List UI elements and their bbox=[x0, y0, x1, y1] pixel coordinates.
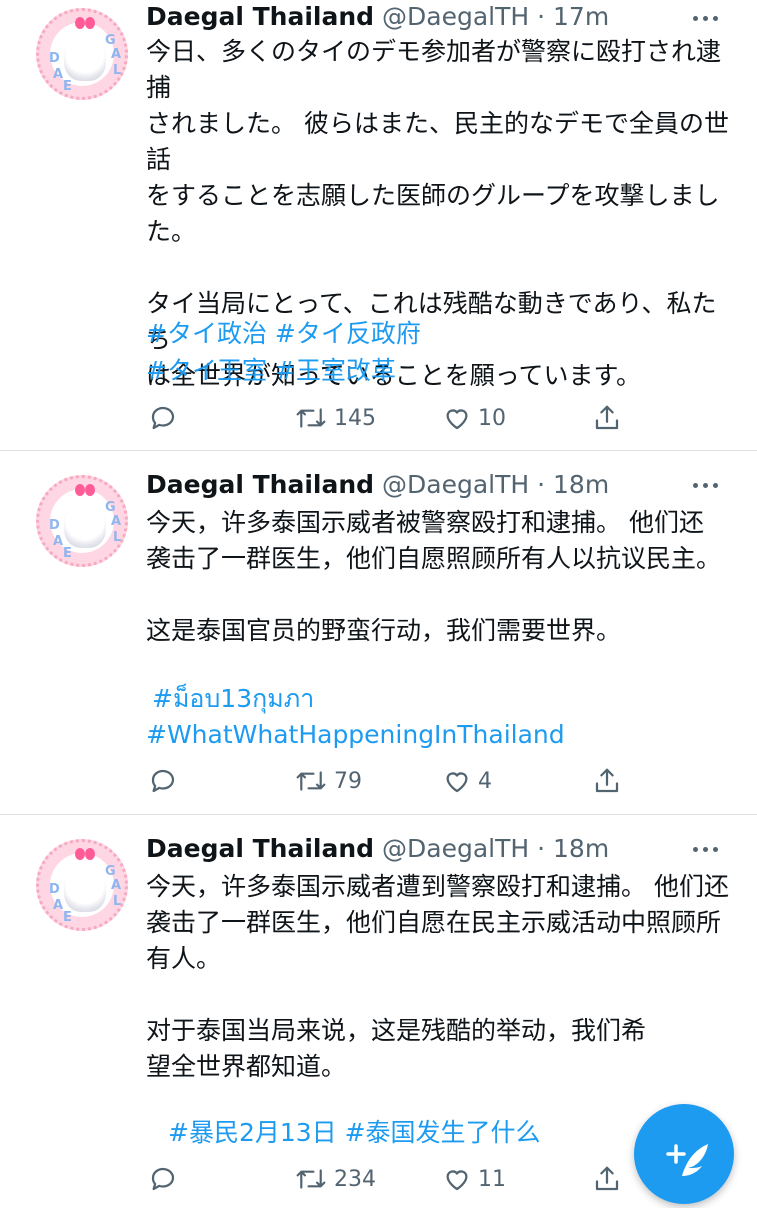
retweet-count: 234 bbox=[334, 1166, 376, 1192]
retweet-icon bbox=[296, 771, 326, 791]
avatar-letter: D bbox=[49, 518, 60, 533]
avatar-letter: A bbox=[111, 878, 122, 893]
avatar-letter: E bbox=[63, 910, 72, 925]
reply-button[interactable] bbox=[148, 398, 178, 438]
hashtag-line[interactable]: #WhatWhatHappeningInThailand bbox=[146, 717, 565, 753]
reply-icon bbox=[151, 406, 175, 430]
tweet-text: 今天，许多泰国示威者遭到警察殴打和逮捕。 他们还 袭击了一群医生，他们自愿在民主… bbox=[146, 872, 729, 1081]
more-options-icon[interactable] bbox=[693, 483, 719, 489]
avatar-letter: A bbox=[53, 898, 64, 913]
tweet-header: Daegal Thailand @DaegalTH · 17m bbox=[146, 0, 609, 34]
dog-image bbox=[64, 502, 106, 548]
user-handle[interactable]: @DaegalTH bbox=[382, 2, 529, 31]
tweet[interactable]: D A E G A L Daegal Thailand @DaegalTH · … bbox=[0, 0, 757, 448]
share-icon bbox=[595, 768, 619, 793]
heart-icon bbox=[446, 1170, 468, 1191]
bow-icon bbox=[75, 484, 95, 496]
user-handle[interactable]: @DaegalTH bbox=[382, 470, 529, 499]
dog-image bbox=[64, 866, 106, 912]
hashtag-line[interactable]: #タイ王室 #王室改革 bbox=[146, 353, 396, 389]
like-button[interactable]: 4 bbox=[442, 761, 492, 801]
avatar-letter: E bbox=[63, 546, 72, 561]
retweet-icon bbox=[296, 408, 326, 428]
avatar-letter: D bbox=[49, 882, 60, 897]
more-options-icon[interactable] bbox=[693, 847, 719, 853]
avatar-letter: A bbox=[53, 534, 64, 549]
tweet-header: Daegal Thailand @DaegalTH · 18m bbox=[146, 468, 609, 502]
bow-icon bbox=[75, 848, 95, 860]
avatar-letter: G bbox=[105, 864, 116, 879]
avatar-letter: A bbox=[111, 514, 122, 529]
dog-image bbox=[64, 35, 106, 81]
reply-button[interactable] bbox=[148, 1159, 178, 1199]
user-handle[interactable]: @DaegalTH bbox=[382, 834, 529, 863]
hashtag-line[interactable]: #タイ政治 #タイ反政府 bbox=[146, 316, 421, 352]
avatar-letter: G bbox=[105, 33, 116, 48]
bow-icon bbox=[75, 17, 95, 29]
share-icon bbox=[595, 1166, 619, 1191]
hashtag-line[interactable]: #暴民2月13日 #泰国发生了什么 bbox=[168, 1115, 541, 1151]
avatar-letter: E bbox=[63, 79, 72, 94]
display-name[interactable]: Daegal Thailand bbox=[146, 470, 374, 499]
display-name[interactable]: Daegal Thailand bbox=[146, 834, 374, 863]
avatar[interactable]: D A E G A L bbox=[36, 475, 128, 567]
like-count: 4 bbox=[478, 768, 492, 794]
share-button[interactable] bbox=[592, 761, 622, 801]
tweet[interactable]: D A E G A L Daegal Thailand @DaegalTH · … bbox=[0, 451, 757, 813]
timestamp[interactable]: · 17m bbox=[537, 2, 609, 31]
like-button[interactable]: 11 bbox=[442, 1159, 506, 1199]
retweet-button[interactable]: 234 bbox=[294, 1159, 376, 1199]
action-bar: 234 11 bbox=[146, 1159, 646, 1199]
heart-icon bbox=[446, 772, 468, 793]
timestamp[interactable]: · 18m bbox=[537, 834, 609, 863]
reply-icon bbox=[151, 1167, 175, 1191]
retweet-button[interactable]: 79 bbox=[294, 761, 362, 801]
share-button[interactable] bbox=[592, 1159, 622, 1199]
avatar-letter: L bbox=[113, 530, 122, 545]
retweet-count: 79 bbox=[334, 768, 362, 794]
tweet-header: Daegal Thailand @DaegalTH · 18m bbox=[146, 832, 609, 866]
compose-tweet-icon bbox=[666, 1144, 708, 1176]
avatar[interactable]: D A E G A L bbox=[36, 839, 128, 931]
avatar-letter: L bbox=[113, 894, 122, 909]
reply-button[interactable] bbox=[148, 761, 178, 801]
avatar-letter: L bbox=[113, 63, 122, 78]
retweet-count: 145 bbox=[334, 405, 376, 431]
like-count: 10 bbox=[478, 405, 506, 431]
hashtag-line[interactable]: #ม็อบ13กุมภา bbox=[152, 681, 314, 717]
action-bar: 79 4 bbox=[146, 761, 646, 801]
timestamp[interactable]: · 18m bbox=[537, 470, 609, 499]
avatar-letter: A bbox=[53, 67, 64, 82]
heart-icon bbox=[446, 409, 468, 430]
like-count: 11 bbox=[478, 1166, 506, 1192]
retweet-button[interactable]: 145 bbox=[294, 398, 376, 438]
more-options-icon[interactable] bbox=[693, 16, 719, 22]
like-button[interactable]: 10 bbox=[442, 398, 506, 438]
reply-icon bbox=[151, 769, 175, 793]
avatar[interactable]: D A E G A L bbox=[36, 8, 128, 100]
avatar-letter: D bbox=[49, 51, 60, 66]
action-bar: 145 10 bbox=[146, 398, 646, 438]
avatar-letter: G bbox=[105, 500, 116, 515]
display-name[interactable]: Daegal Thailand bbox=[146, 2, 374, 31]
share-button[interactable] bbox=[592, 398, 622, 438]
retweet-icon bbox=[296, 1169, 326, 1189]
compose-tweet-button[interactable] bbox=[634, 1104, 734, 1204]
share-icon bbox=[595, 405, 619, 430]
tweet-text: 今天，许多泰国示威者被警察殴打和逮捕。 他们还 袭击了一群医生，他们自愿照顾所有… bbox=[146, 508, 722, 645]
avatar-letter: A bbox=[111, 47, 122, 62]
